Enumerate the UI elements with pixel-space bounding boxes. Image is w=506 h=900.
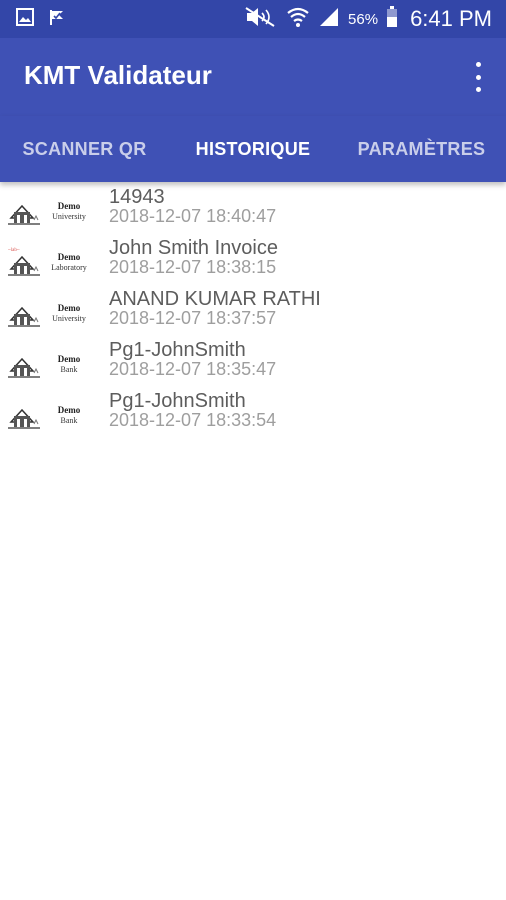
logo-line2: Bank [61, 416, 78, 425]
item-timestamp: 2018-12-07 18:37:57 [109, 308, 277, 328]
list-item[interactable]: Demo University ANAND KUMAR RATHI 2018-12-0… [0, 286, 506, 337]
institution-logo: Demo University [6, 192, 96, 230]
tab-bar: SCANNER QR HISTORIQUE PARAMÈTRES [0, 116, 506, 182]
tab-parametres[interactable]: PARAMÈTRES [337, 116, 506, 182]
logo-line2: University [52, 314, 86, 323]
logo-line1: Demo [58, 303, 81, 313]
list-item[interactable]: Demo University 14943 2018-12-07 18:40:47 [0, 184, 506, 235]
logo-line1: Demo [58, 201, 81, 211]
item-timestamp: 2018-12-07 18:38:15 [109, 257, 277, 277]
app-bar: KMT Validateur [0, 38, 506, 116]
item-timestamp: 2018-12-07 18:35:47 [109, 359, 277, 379]
app-title: KMT Validateur [24, 60, 212, 90]
clock: 6:41 PM [410, 6, 492, 31]
institution-logo: Demo University [6, 294, 96, 332]
tab-scanner-qr[interactable]: SCANNER QR [0, 116, 169, 182]
check-flag-icon [48, 8, 66, 31]
battery-icon [386, 5, 398, 33]
institution-logo: Demo Bank [6, 345, 96, 383]
item-timestamp: 2018-12-07 18:33:54 [109, 410, 277, 430]
history-list: Demo University 14943 2018-12-07 18:40:47 ~l… [0, 184, 506, 439]
more-vert-icon[interactable] [468, 62, 488, 92]
logo-line2: University [52, 212, 86, 221]
signal-icon [318, 7, 340, 32]
logo-line1: Demo [58, 252, 81, 262]
list-item[interactable]: Demo Bank Pg1-JohnSmith 2018-12-07 18:33:54 [0, 388, 506, 439]
item-timestamp: 2018-12-07 18:40:47 [109, 206, 277, 226]
gallery-icon [16, 7, 34, 31]
logo-line2: Laboratory [51, 263, 87, 272]
list-item[interactable]: ~lab~ Demo Laboratory John Smith Invoice 201… [0, 235, 506, 286]
mute-icon [244, 6, 278, 33]
svg-text:~lab~: ~lab~ [8, 248, 20, 253]
institution-logo: ~lab~ Demo Laboratory [6, 243, 96, 281]
institution-logo: Demo Bank [6, 396, 96, 434]
status-bar: 56% 6:41 PM [0, 0, 506, 38]
tab-historique[interactable]: HISTORIQUE [169, 116, 337, 182]
list-item[interactable]: Demo Bank Pg1-JohnSmith 2018-12-07 18:35:47 [0, 337, 506, 388]
logo-line2: Bank [61, 365, 78, 374]
logo-line1: Demo [58, 405, 81, 415]
wifi-icon [286, 6, 310, 33]
battery-percent: 56% [348, 10, 379, 28]
logo-line1: Demo [58, 354, 81, 364]
